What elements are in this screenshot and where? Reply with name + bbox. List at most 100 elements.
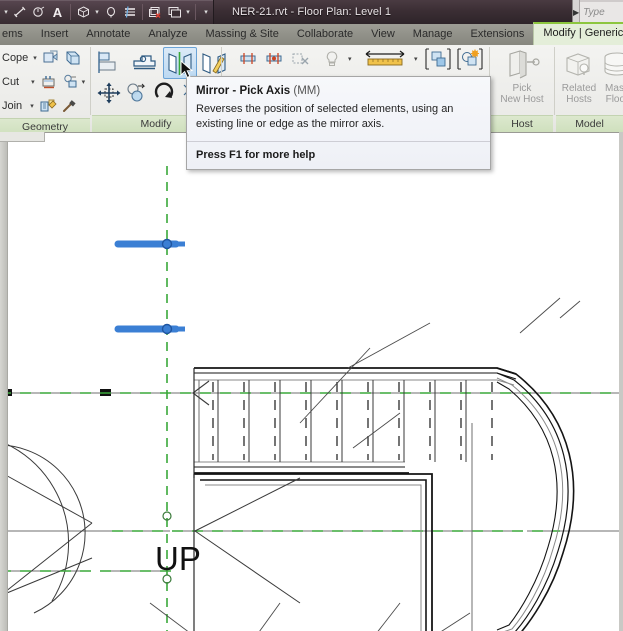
related-hosts-icon	[562, 46, 596, 80]
model-panel-body: Related Hosts Mass Floor	[556, 45, 623, 115]
tab-collaborate[interactable]: Collaborate	[288, 24, 362, 45]
qat-separator-2	[142, 4, 143, 20]
switch-windows-icon[interactable]	[165, 2, 184, 22]
3d-view-caret-icon[interactable]: ▾	[93, 2, 101, 22]
tab-massing-and-site[interactable]: Massing & Site	[196, 24, 287, 45]
tooltip-title: Mirror - Pick Axis	[196, 85, 291, 97]
tab-analyze[interactable]: Analyze	[139, 24, 196, 45]
measure-caret-icon[interactable]: ▾	[414, 55, 418, 63]
align-button[interactable]	[93, 47, 127, 79]
cut-profile-icon[interactable]	[62, 73, 80, 91]
mass-floors-icon	[600, 46, 623, 80]
cut-row: Cut ▾ ▾	[0, 70, 90, 94]
cope-icon[interactable]	[42, 49, 60, 67]
qat-separator-1	[70, 4, 71, 20]
tab-annotate[interactable]: Annotate	[77, 24, 139, 45]
drag-handle-upper[interactable]	[114, 238, 185, 250]
tooltip-description: Reverses the position of selected elemen…	[196, 103, 454, 130]
cut-caret-icon[interactable]: ▾	[31, 78, 35, 86]
cope-caret-icon[interactable]: ▾	[33, 54, 37, 62]
rotate-button[interactable]	[152, 81, 178, 105]
tab-extensions[interactable]: Extensions	[462, 24, 534, 45]
mirror-pick-axis-tooltip: Mirror - Pick Axis (MM) Reverses the pos…	[186, 76, 491, 170]
search-expand-icon[interactable]: ▶	[573, 0, 581, 24]
tooltip-shortcut: (MM)	[293, 85, 321, 97]
thin-lines-icon[interactable]	[120, 2, 139, 22]
switch-windows-caret-icon[interactable]: ▾	[184, 2, 192, 22]
cut-secondary-caret-icon[interactable]: ▾	[82, 78, 86, 86]
cut-icon[interactable]	[40, 73, 58, 91]
qat-separator-3	[195, 4, 196, 20]
model-panel-label: Model	[556, 115, 623, 132]
tab-systems[interactable]: ems	[0, 24, 32, 45]
tab-manage[interactable]: Manage	[404, 24, 462, 45]
dropdown-caret-icon[interactable]: ▾	[2, 2, 10, 22]
upper-stair-run[interactable]	[192, 367, 517, 478]
door-swing-arcs	[0, 440, 93, 614]
up-label: UP	[155, 540, 201, 577]
canvas-vertical-scrollbar-left[interactable]	[0, 132, 8, 631]
close-hidden-windows-icon[interactable]	[146, 2, 165, 22]
pin-button[interactable]	[235, 47, 261, 71]
tab-view[interactable]: View	[362, 24, 404, 45]
copy-button[interactable]	[124, 81, 150, 105]
host-panel-body: Pick New Host	[491, 45, 553, 115]
drag-handle-lower[interactable]	[114, 323, 185, 335]
join-row: Join ▾	[0, 94, 90, 118]
light-source-button[interactable]	[319, 47, 345, 71]
ribbon-panel-model: Related Hosts Mass Floor Model	[556, 45, 623, 132]
pick-new-host-button[interactable]: Pick New Host	[499, 46, 545, 116]
host-panel-label: Host	[491, 115, 553, 132]
floor-plan-drawing: UP	[0, 166, 623, 631]
text-icon[interactable]: A	[48, 2, 67, 22]
create-part-button[interactable]	[455, 47, 485, 71]
default-3d-view-icon[interactable]	[74, 2, 93, 22]
create-group-button[interactable]	[423, 47, 453, 71]
join-caret-icon[interactable]: ▾	[30, 102, 34, 110]
reference-lines	[8, 392, 623, 572]
tab-insert[interactable]: Insert	[32, 24, 78, 45]
mass-floors-button[interactable]: Mass Floor	[594, 46, 623, 116]
panel-divider-4	[554, 47, 555, 115]
split-element-button[interactable]	[128, 47, 162, 79]
dimension-icon[interactable]	[10, 2, 29, 22]
help-search-box[interactable]: ▶	[572, 0, 623, 24]
customize-qat-caret-icon[interactable]: ▾	[199, 2, 213, 22]
tooltip-help-hint: Press F1 for more help	[196, 149, 316, 161]
pick-new-host-label: Pick New Host	[500, 83, 544, 105]
view-tab-stub[interactable]	[0, 132, 45, 142]
mass-floors-label: Mass Floor	[605, 83, 623, 105]
mouse-cursor-icon	[180, 60, 194, 79]
ribbon-tab-strip: ems Insert Annotate Analyze Massing & Si…	[0, 22, 623, 45]
related-hosts-label: Related Hosts	[561, 83, 597, 105]
cut-geometry-icon[interactable]	[64, 49, 82, 67]
geometry-panel-body: Cope ▾ Cut ▾ ▾ Join ▾	[0, 45, 90, 118]
revit-application-window: ▾ A ▾ ▾ ▾ NER-21.rvt - Floor Plan: Level…	[0, 0, 623, 631]
curved-wall[interactable]	[496, 367, 575, 631]
cope-row: Cope ▾	[0, 46, 90, 70]
search-input[interactable]	[580, 2, 623, 22]
title-bar: ▾ A ▾ ▾ ▾ NER-21.rvt - Floor Plan: Level…	[0, 0, 623, 24]
join-icon[interactable]	[39, 97, 57, 115]
sketch-lines	[149, 297, 581, 631]
move-button[interactable]	[96, 81, 122, 105]
unpin-button[interactable]	[261, 47, 287, 71]
measure-button[interactable]	[363, 47, 407, 71]
pick-new-host-icon	[504, 46, 540, 80]
tab-modify-generic-models[interactable]: Modify | Generic Models	[533, 22, 623, 45]
demolish-icon[interactable]	[61, 97, 79, 115]
ribbon-panel-host: Pick New Host Host	[491, 45, 553, 132]
quick-access-toolbar: ▾ A ▾ ▾ ▾	[0, 0, 214, 24]
panel-divider-1	[90, 47, 91, 115]
delete-button[interactable]	[287, 47, 313, 71]
cope-label[interactable]: Cope	[2, 52, 28, 64]
section-icon[interactable]	[101, 2, 120, 22]
cut-label[interactable]: Cut	[2, 76, 19, 88]
ribbon-panel-geometry: Cope ▾ Cut ▾ ▾ Join ▾ Geometry	[0, 45, 90, 135]
tooltip-title-row: Mirror - Pick Axis (MM)	[187, 77, 490, 99]
light-source-caret-icon[interactable]: ▾	[348, 55, 352, 63]
canvas-vertical-scrollbar-right[interactable]	[619, 132, 623, 631]
drawing-canvas[interactable]: UP	[0, 132, 623, 631]
tag-icon[interactable]	[29, 2, 48, 22]
join-label[interactable]: Join	[2, 100, 22, 112]
